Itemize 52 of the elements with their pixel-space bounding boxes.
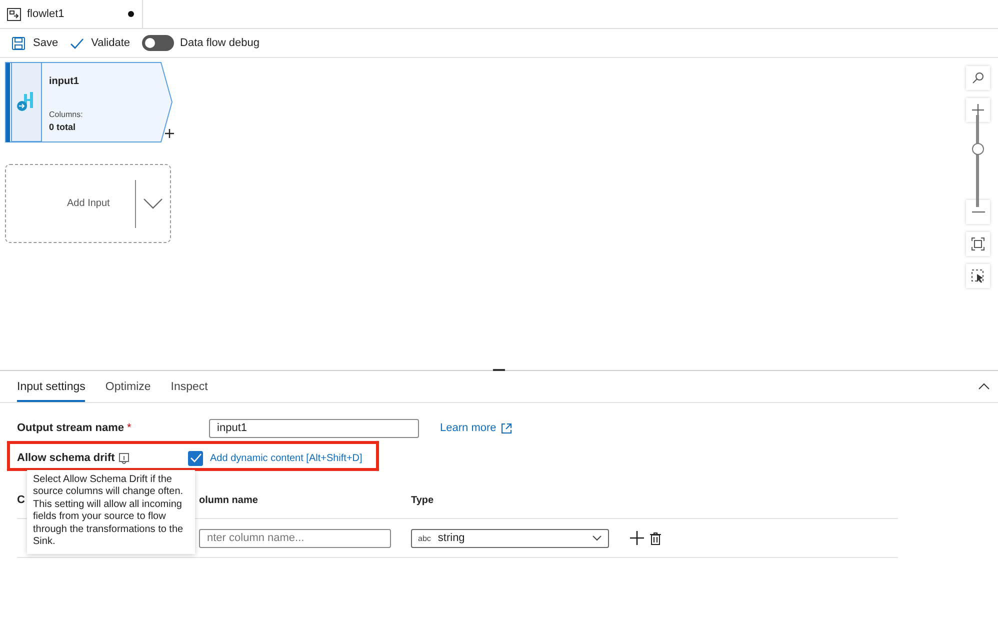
zoom-in-button[interactable]	[966, 98, 990, 122]
schema-drift-checkbox[interactable]	[188, 450, 203, 466]
column-name-field[interactable]: nter column name...	[199, 528, 391, 548]
column-header: Type	[411, 494, 434, 506]
chevron-down-icon	[143, 198, 163, 209]
add-input-card[interactable]: Add Input	[5, 164, 171, 243]
validate-button[interactable]: Validate	[70, 36, 130, 50]
flowlet-icon	[7, 8, 21, 20]
chevron-down-icon	[592, 535, 602, 541]
learn-more-link[interactable]: Learn more	[440, 422, 512, 434]
zoom-in-icon	[971, 103, 985, 117]
tooltip: Select Allow Schema Drift if the source columns will change often. This setting will allow all incoming fields from your source to flow through the transformations to the Sink.	[27, 470, 195, 554]
checkmark-icon	[70, 36, 84, 50]
node-title: input1	[49, 76, 79, 87]
columns-label: Columns:	[49, 110, 83, 119]
fit-view-button[interactable]	[966, 232, 990, 256]
fit-view-icon	[971, 237, 985, 251]
save-icon	[12, 36, 26, 50]
required-mark: *	[127, 422, 132, 434]
plus-icon	[630, 531, 644, 545]
field-label: Output stream name	[17, 422, 125, 434]
chevron-up-icon	[978, 383, 990, 390]
info-icon	[118, 452, 129, 464]
plus-icon	[165, 129, 174, 138]
column-header: olumn name	[199, 494, 259, 506]
search-icon	[971, 71, 985, 85]
dynamic-content-link[interactable]: Add dynamic content [Alt+Shift+D]	[210, 452, 362, 464]
slider-thumb[interactable]	[972, 143, 984, 156]
debug-toggle[interactable]	[142, 35, 174, 51]
columns-count: 0 total	[49, 122, 76, 132]
type-dropdown[interactable]: abc string	[411, 528, 609, 548]
add-button[interactable]	[630, 531, 644, 545]
toggle-label: Data flow debug	[180, 37, 260, 49]
section-label: C	[17, 494, 25, 506]
stream-name-field[interactable]: input1	[209, 418, 420, 438]
delete-button[interactable]	[650, 532, 661, 544]
search-button[interactable]	[966, 66, 990, 90]
save-button[interactable]: Save	[12, 36, 58, 50]
select-button[interactable]	[966, 264, 990, 288]
source-icon	[17, 92, 35, 112]
external-link-icon	[501, 422, 512, 434]
add-input-label: Add Input	[67, 198, 111, 209]
zoom-out-button[interactable]	[966, 200, 990, 224]
checkmark-icon	[190, 453, 202, 463]
panel-tab[interactable]: Inspect	[170, 374, 208, 402]
select-icon	[971, 269, 985, 283]
panel-tab[interactable]: Optimize	[105, 374, 151, 402]
trash-icon	[650, 532, 661, 544]
panel-tab[interactable]: Input settings	[17, 374, 86, 402]
collapse-button[interactable]	[978, 383, 990, 390]
field-label: Allow schema drift	[17, 452, 115, 464]
resize-handle[interactable]	[493, 369, 505, 371]
